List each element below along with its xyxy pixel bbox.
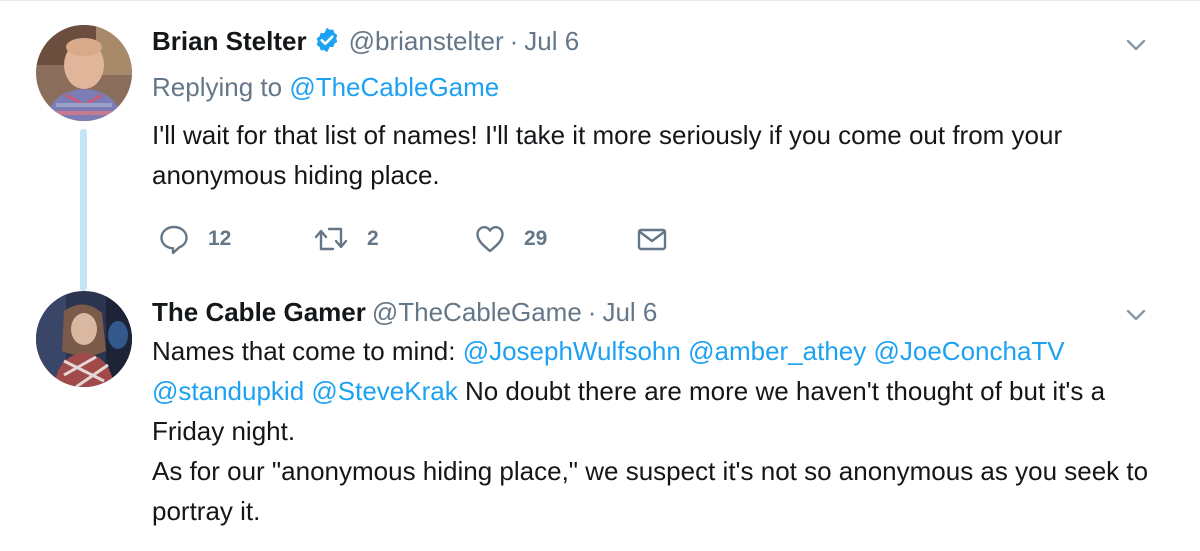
replying-to-label: Replying to (152, 72, 283, 102)
separator-dot: · (587, 297, 597, 327)
author-handle[interactable]: @TheCableGame (372, 297, 582, 327)
reply-count: 12 (208, 227, 232, 250)
chevron-down-icon[interactable] (1124, 33, 1148, 57)
envelope-icon (636, 223, 668, 255)
mention-link[interactable]: @amber_athey (688, 336, 866, 366)
verified-badge-icon (313, 26, 341, 61)
tweet-header: Brian Stelter @brianstelter · Jul 6 (152, 25, 579, 61)
tweet-thread: Brian Stelter @brianstelter · Jul 6 Replyin… (0, 0, 1200, 551)
mention-link[interactable]: @SteveKrak (311, 376, 457, 406)
tweet-paragraph: As for our "anonymous hiding place," we … (152, 456, 1149, 526)
mention-link[interactable]: @JosephWulfsohn (463, 336, 681, 366)
replying-to-link[interactable]: @TheCableGame (289, 72, 499, 102)
reply-icon (158, 223, 190, 255)
tweet-header: The Cable Gamer @TheCableGame · Jul 6 (152, 296, 657, 328)
like-button[interactable]: 29 (474, 221, 547, 257)
tweet-text: I'll wait for that list of names! I'll t… (152, 120, 1063, 190)
avatar[interactable] (36, 291, 132, 387)
retweet-count: 2 (367, 227, 379, 250)
tweet-actions: 12 2 29 (158, 221, 678, 257)
like-count: 29 (524, 227, 548, 250)
tweet-date[interactable]: Jul 6 (602, 297, 657, 327)
author-name[interactable]: The Cable Gamer (152, 297, 366, 327)
replying-to-line: Replying to @TheCableGame (152, 71, 499, 103)
separator-dot: · (509, 26, 519, 56)
mention-link[interactable]: @standupkid (152, 376, 304, 406)
tweet-intro-text: Names that come to mind: (152, 336, 456, 366)
author-handle[interactable]: @brianstelter (349, 26, 504, 56)
avatar[interactable] (36, 25, 132, 121)
retweet-icon (313, 223, 349, 255)
tweet-text: Names that come to mind: @JosephWulfsohn… (152, 331, 1152, 531)
tweet-date[interactable]: Jul 6 (524, 26, 579, 56)
chevron-down-icon[interactable] (1124, 303, 1148, 327)
tweet-paragraph: Names that come to mind: @JosephWulfsohn… (152, 331, 1152, 451)
thread-connector-line (80, 129, 87, 291)
direct-message-button[interactable] (636, 221, 668, 257)
author-name[interactable]: Brian Stelter (152, 26, 307, 56)
retweet-button[interactable]: 2 (313, 221, 379, 257)
mention-link[interactable]: @JoeConchaTV (873, 336, 1064, 366)
heart-icon (474, 223, 506, 255)
reply-button[interactable]: 12 (158, 221, 231, 257)
